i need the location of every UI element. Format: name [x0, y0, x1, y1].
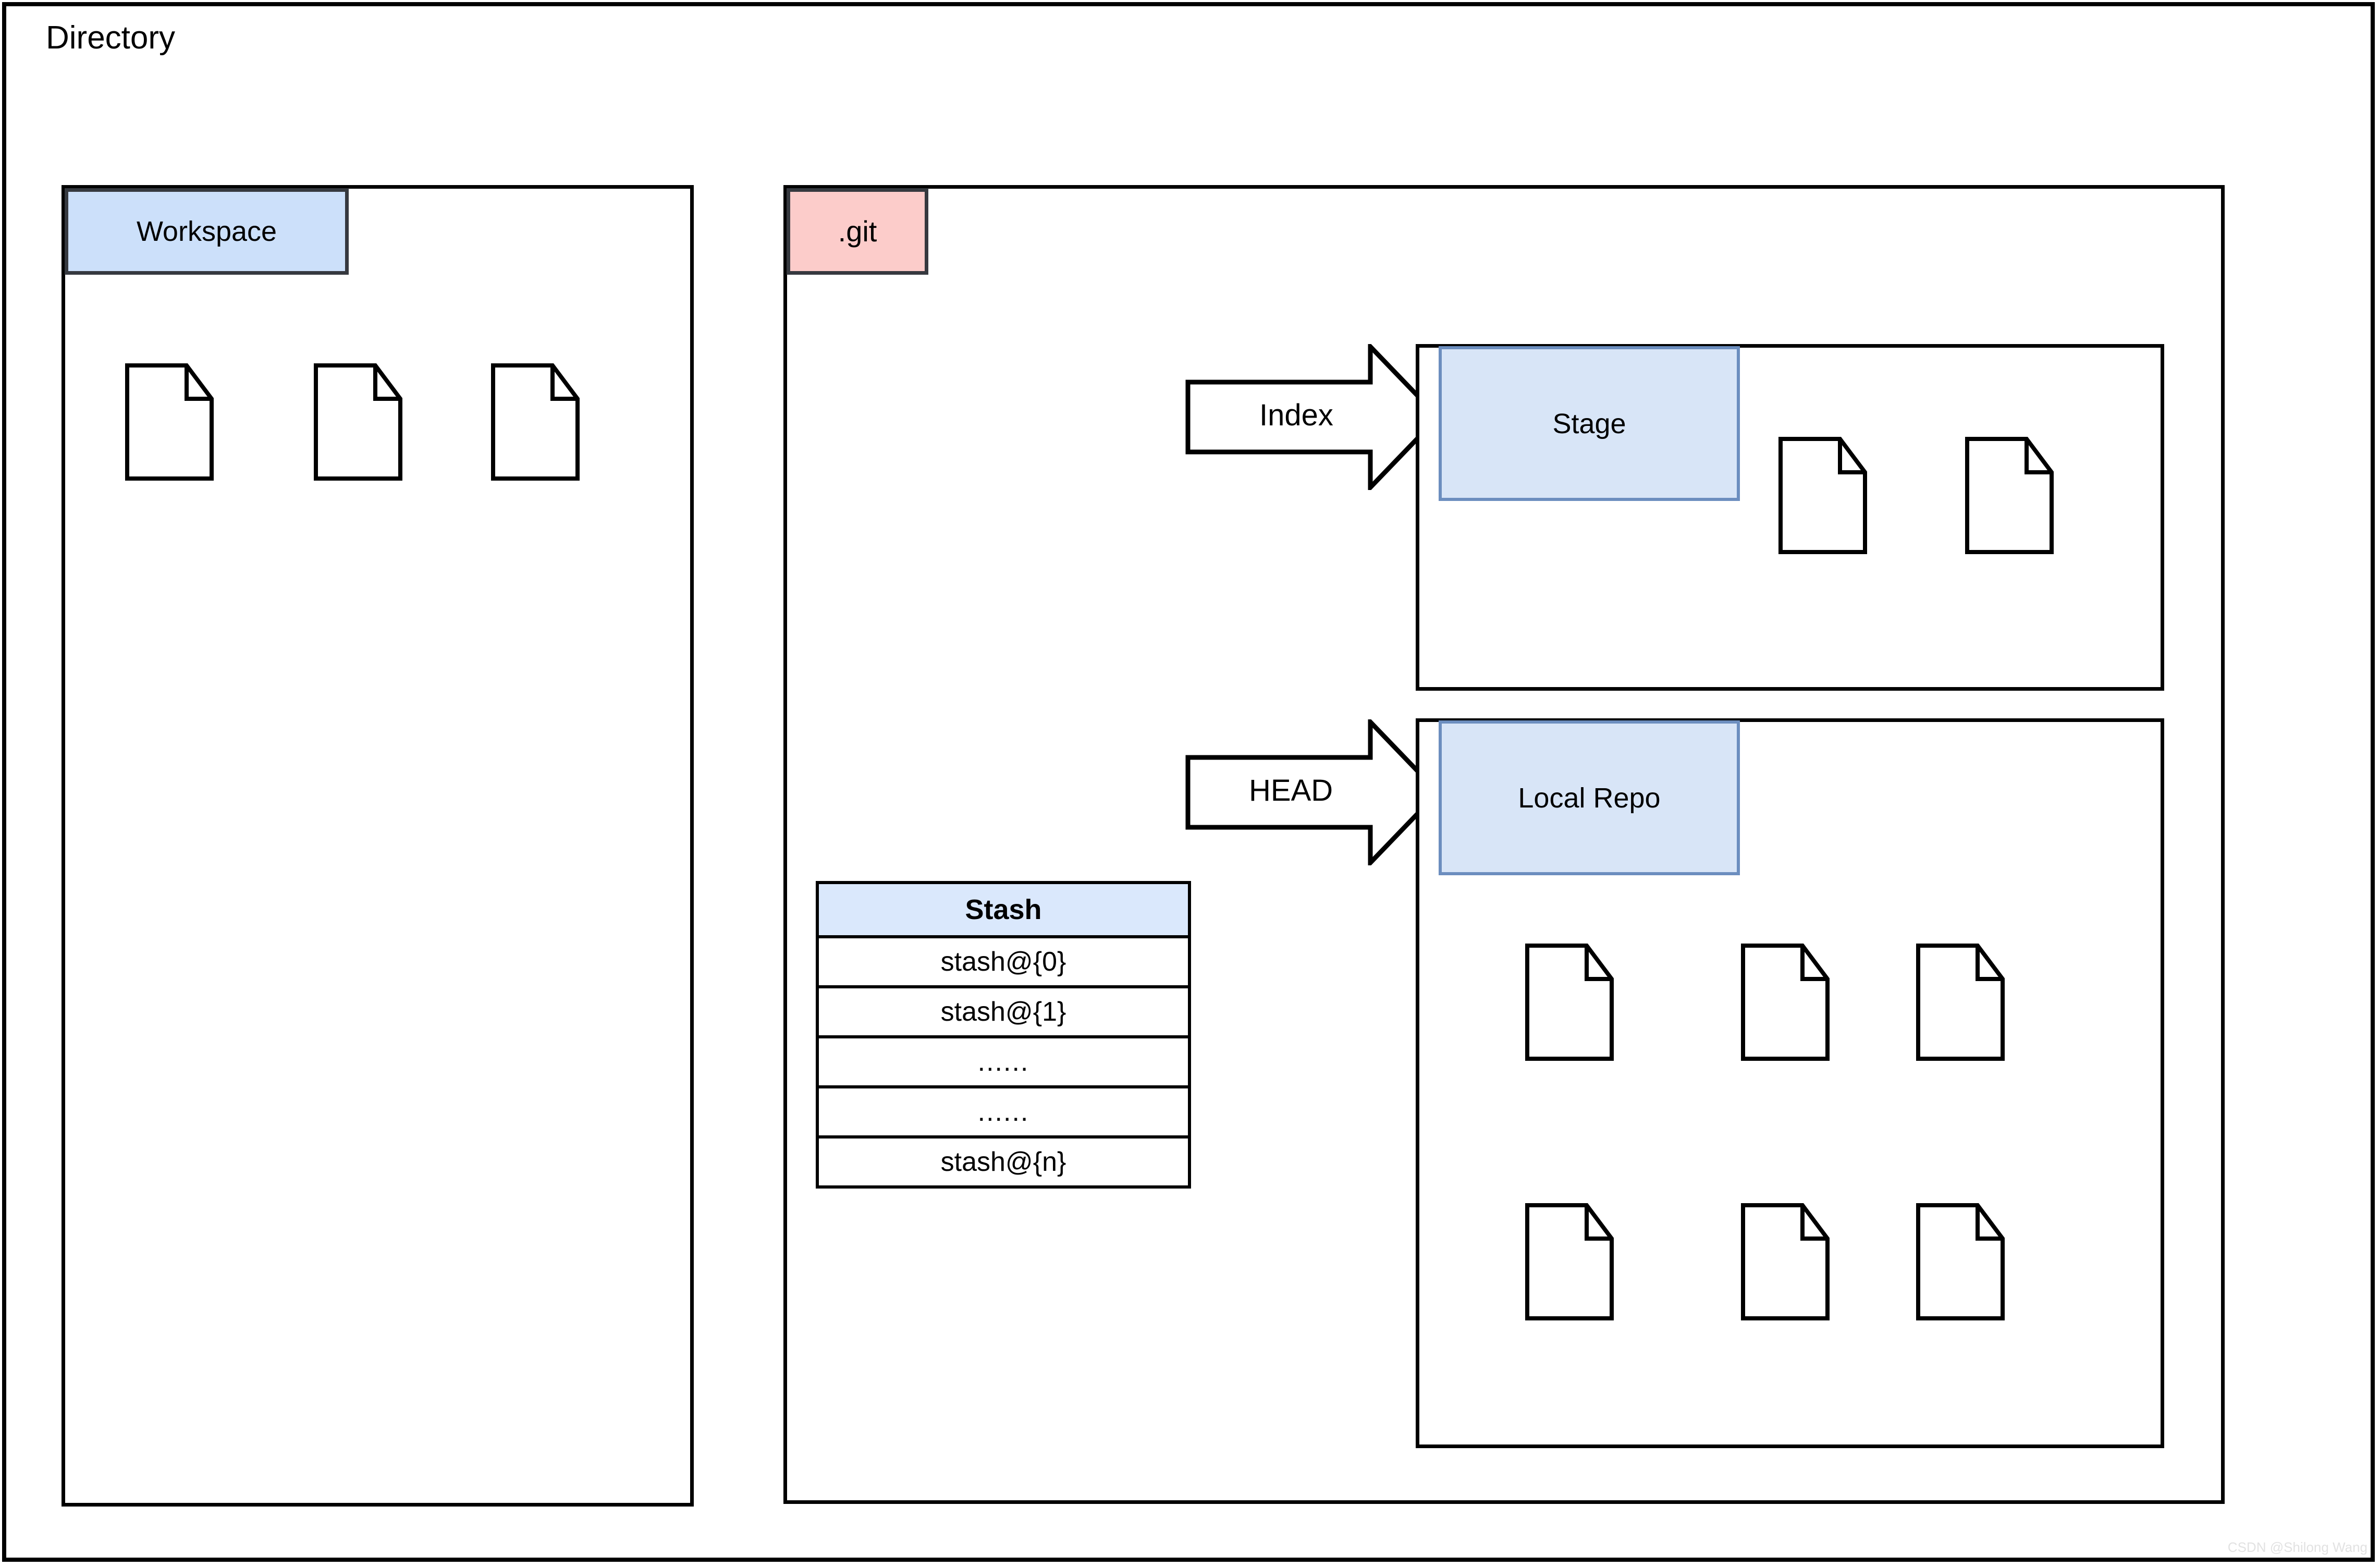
- stash-row-text: stash@{n}: [940, 1147, 1066, 1177]
- stash-table-header: Stash: [819, 884, 1188, 938]
- diagram-canvas: Directory Workspace .git Index Stage HEA…: [0, 0, 2380, 1567]
- workspace-file-2: [314, 363, 402, 481]
- repo-file-6: [1916, 1203, 2005, 1320]
- stash-header-text: Stash: [965, 894, 1042, 925]
- stash-row[interactable]: ......: [819, 1088, 1188, 1138]
- local-repo-label-text: Local Repo: [1518, 782, 1661, 814]
- repo-file-2: [1741, 944, 1830, 1061]
- local-repo-label-tab: Local Repo: [1439, 720, 1740, 875]
- stash-row[interactable]: stash@{0}: [819, 938, 1188, 988]
- head-arrow-label: HEAD: [1249, 774, 1333, 807]
- stash-row-text: ......: [977, 1097, 1029, 1127]
- stage-label-tab: Stage: [1439, 346, 1740, 501]
- stage-label-text: Stage: [1552, 408, 1626, 439]
- directory-title: Directory: [46, 20, 176, 56]
- repo-file-4: [1525, 1203, 1614, 1320]
- stash-row[interactable]: stash@{n}: [819, 1138, 1188, 1189]
- repo-file-3: [1916, 944, 2005, 1061]
- stage-file-2: [1965, 437, 2054, 554]
- watermark: CSDN @Shilong Wang: [2227, 1539, 2367, 1555]
- git-label-tab: .git: [787, 188, 928, 275]
- stash-row[interactable]: stash@{1}: [819, 988, 1188, 1038]
- stage-file-1: [1778, 437, 1867, 554]
- workspace-file-3: [491, 363, 580, 481]
- workspace-label-text: Workspace: [136, 216, 277, 247]
- git-label-text: .git: [838, 215, 877, 248]
- workspace-label-tab: Workspace: [65, 188, 349, 275]
- stash-row-text: ......: [977, 1047, 1029, 1077]
- workspace-file-1: [125, 363, 214, 481]
- index-arrow-label: Index: [1259, 398, 1333, 432]
- stash-row-text: stash@{0}: [940, 947, 1066, 977]
- repo-file-1: [1525, 944, 1614, 1061]
- stash-row-text: stash@{1}: [940, 997, 1066, 1027]
- stash-row[interactable]: ......: [819, 1038, 1188, 1088]
- stash-table: Stash stash@{0} stash@{1} ...... ...... …: [816, 881, 1191, 1189]
- repo-file-5: [1741, 1203, 1830, 1320]
